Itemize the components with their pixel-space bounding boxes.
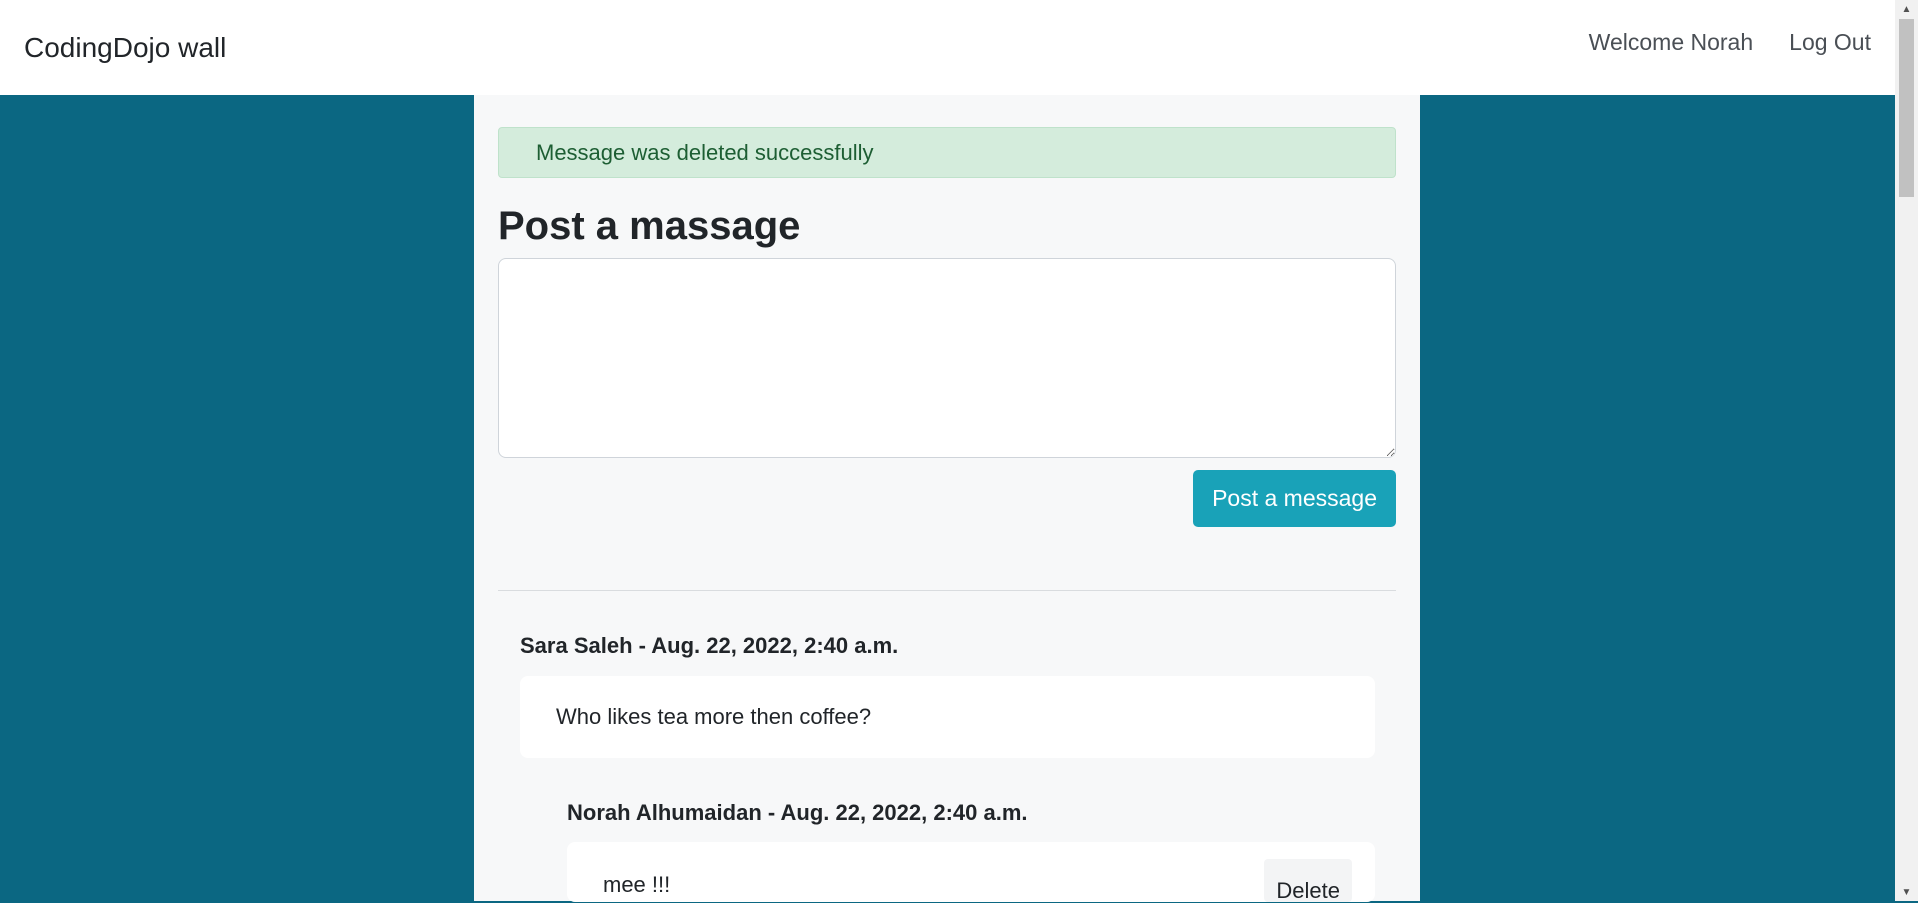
scrollbar-thumb[interactable] [1899, 19, 1914, 197]
logout-link[interactable]: Log Out [1789, 29, 1871, 56]
message-text: Who likes tea more then coffee? [556, 704, 872, 729]
divider [498, 590, 1396, 591]
alert-text: Message was deleted successfully [536, 139, 874, 165]
scroll-up-arrow-icon[interactable]: ▲ [1895, 0, 1918, 18]
post-button-row: Post a message [498, 470, 1396, 527]
message-header: Sara Saleh - Aug. 22, 2022, 2:40 a.m. [520, 633, 899, 658]
scroll-down-arrow-icon[interactable]: ▼ [1895, 883, 1918, 901]
comment-text: mee !!! [603, 872, 671, 897]
comment-body: mee !!! Delete [567, 842, 1375, 902]
top-navbar: CodingDojo wall Welcome Norah Log Out [0, 0, 1895, 95]
welcome-link[interactable]: Welcome Norah [1589, 29, 1753, 56]
success-alert: Message was deleted successfully [498, 127, 1396, 178]
nav-links: Welcome Norah Log Out [1589, 29, 1871, 56]
brand-title[interactable]: CodingDojo wall [24, 32, 226, 64]
comment-header: Norah Alhumaidan - Aug. 22, 2022, 2:40 a… [567, 800, 1028, 825]
post-message-button[interactable]: Post a message [1193, 470, 1396, 527]
message-input[interactable] [498, 258, 1396, 458]
delete-comment-button[interactable]: Delete [1264, 859, 1352, 902]
vertical-scrollbar[interactable]: ▲ ▼ [1895, 0, 1918, 901]
message-list: Sara Saleh - Aug. 22, 2022, 2:40 a.m. Wh… [498, 633, 1396, 902]
wall-panel: Message was deleted successfully Post a … [474, 95, 1420, 902]
post-form-title: Post a massage [498, 204, 801, 248]
message-body: Who likes tea more then coffee? [520, 676, 1375, 758]
